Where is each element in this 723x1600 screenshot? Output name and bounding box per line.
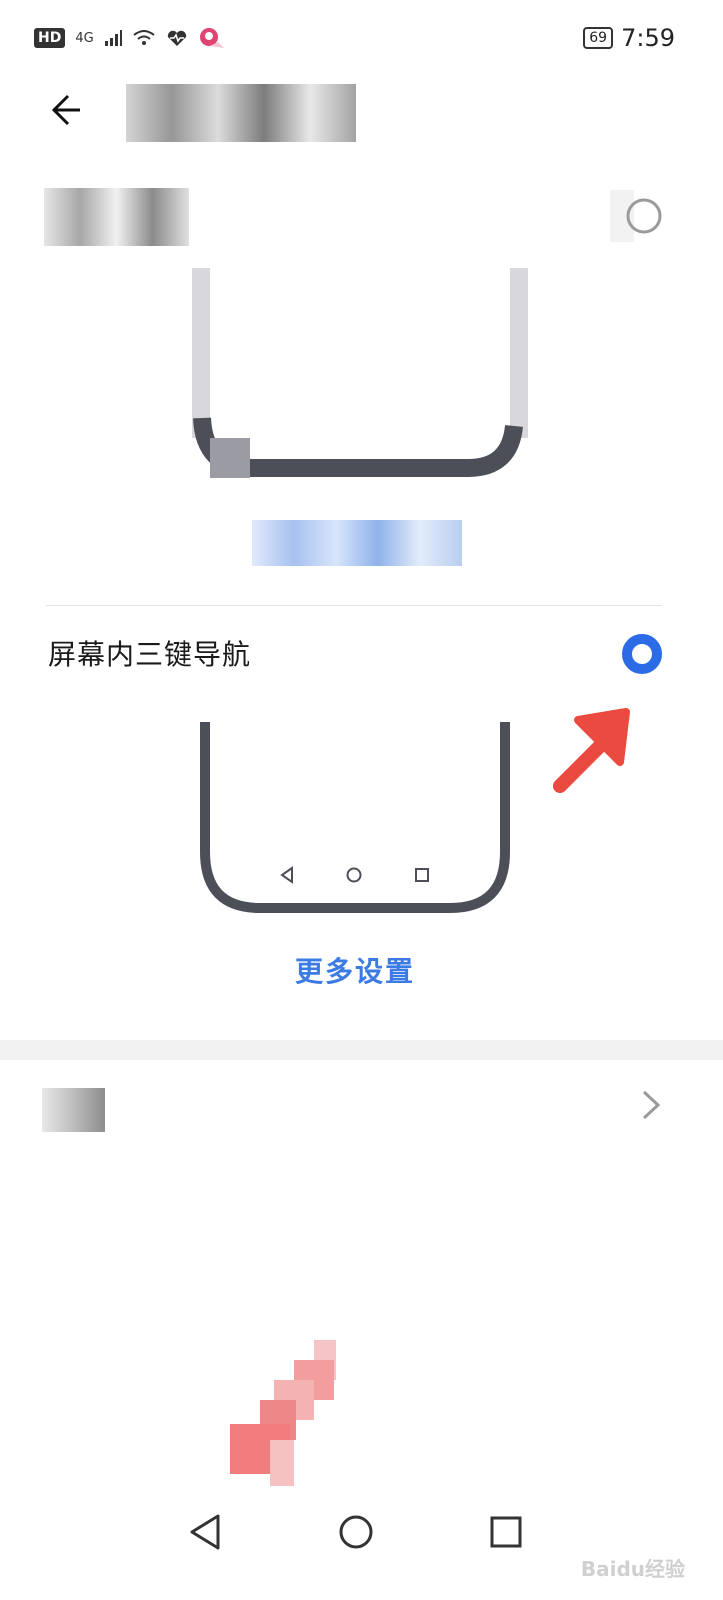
chevron-right-icon[interactable]: [636, 1088, 666, 1122]
gesture-option-label-redacted[interactable]: [44, 188, 189, 246]
back-arrow-icon[interactable]: [46, 88, 86, 128]
section-separator: [0, 1040, 723, 1060]
app-notification-icon: [199, 28, 224, 48]
back-triangle-icon: [280, 866, 293, 884]
status-left-icons: HD 4G: [34, 26, 224, 50]
battery-icon: 69: [583, 27, 614, 49]
home-circle-icon: [346, 867, 362, 883]
more-settings-link[interactable]: 更多设置: [0, 950, 710, 990]
health-heart-icon: [167, 30, 186, 46]
back-triangle-icon[interactable]: [184, 1512, 224, 1552]
recents-square-icon[interactable]: [486, 1512, 526, 1552]
radio-selected[interactable]: [622, 634, 662, 674]
watermark: Baidu经验: [580, 1557, 685, 1581]
annotation-arrow-icon: [553, 708, 630, 793]
clock: 7:59: [621, 24, 675, 52]
page-title-redacted: [126, 84, 356, 142]
list-row-label-redacted[interactable]: [42, 1088, 105, 1132]
three-key-navigation-label[interactable]: 屏幕内三键导航: [48, 633, 251, 673]
three-key-phone-illustration: [200, 722, 510, 913]
network-type: 4G: [75, 30, 94, 46]
wifi-icon: [133, 30, 155, 45]
redacted-red-mark: [230, 1340, 336, 1486]
status-bar: HD 4G 69 7:59: [0, 0, 723, 80]
gesture-phone-illustration: [192, 268, 528, 478]
divider: [46, 605, 662, 606]
gesture-more-link-redacted[interactable]: [252, 520, 462, 566]
recents-square-icon: [415, 868, 429, 882]
home-circle-icon[interactable]: [336, 1512, 376, 1552]
hd-icon: HD: [34, 28, 66, 48]
status-right: 69 7:59: [583, 24, 675, 52]
signal-bars-icon: [104, 30, 122, 46]
radio-unselected[interactable]: [610, 190, 662, 242]
